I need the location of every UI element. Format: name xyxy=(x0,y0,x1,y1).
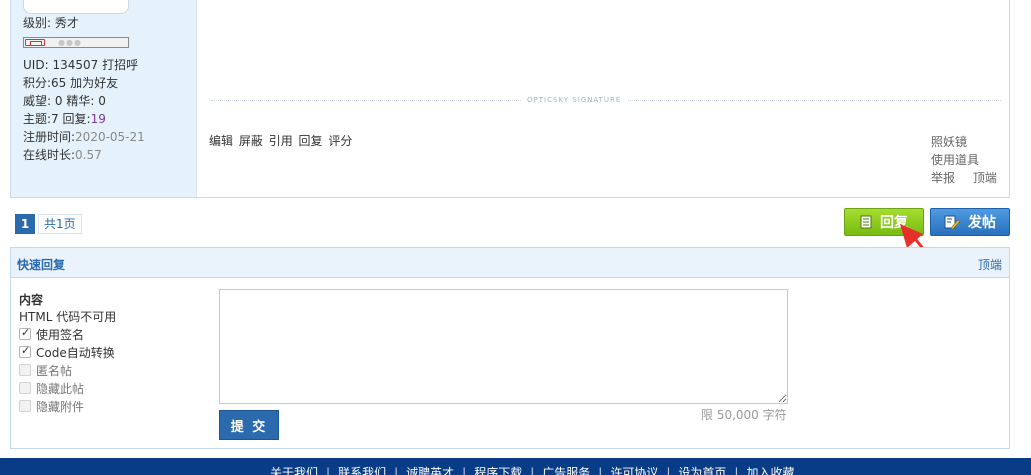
quick-reply-top-link[interactable]: 顶端 xyxy=(978,256,1002,273)
reply-content-textarea[interactable] xyxy=(219,289,788,404)
footer-jobs-link[interactable]: 诚聘英才 xyxy=(406,466,454,475)
footer-about-link[interactable]: 关于我们 xyxy=(270,466,318,475)
footer-ads-link[interactable]: 广告服务 xyxy=(542,466,590,475)
report-link[interactable]: 举报 xyxy=(931,171,955,185)
replies-value: 19 xyxy=(90,112,106,126)
footer-download-link[interactable]: 程序下载 xyxy=(474,466,522,475)
add-friend-link[interactable]: 加为好友 xyxy=(70,76,118,90)
author-profile-panel: 级别: 秀才 ●●● UID: 134507 打招呼 积分:65 加为好友 威望… xyxy=(11,0,197,197)
post-top-link[interactable]: 顶端 xyxy=(973,171,997,185)
post-block: 级别: 秀才 ●●● UID: 134507 打招呼 积分:65 加为好友 威望… xyxy=(10,0,1010,198)
post-action-bar: 编辑 屏蔽 引用 回复 评分 xyxy=(209,133,354,149)
topics-value: 7 xyxy=(51,112,59,126)
code-convert-checkbox[interactable] xyxy=(19,344,31,358)
block-link[interactable]: 屏蔽 xyxy=(239,134,263,148)
char-limit-text: 限 50,000 字符 xyxy=(701,408,787,422)
post-side-links: 照妖镜 使用道具 举报 顶端 xyxy=(931,133,997,187)
register-date: 2020-05-21 xyxy=(75,130,145,144)
elite-value: 0 xyxy=(98,94,106,108)
online-row: 在线时长:0.57 xyxy=(23,148,102,162)
level-progress-bar: ●●● xyxy=(23,37,129,48)
anonymous-option: 匿名帖 xyxy=(19,361,72,379)
reply-link[interactable]: 回复 xyxy=(299,134,323,148)
quote-link[interactable]: 引用 xyxy=(269,134,293,148)
use-signature-checkbox[interactable] xyxy=(19,326,31,340)
level-row: 级别: 秀才 xyxy=(23,16,79,30)
hide-post-checkbox xyxy=(19,382,31,394)
code-convert-option[interactable]: Code自动转换 xyxy=(19,343,115,361)
use-item-link[interactable]: 使用道具 xyxy=(931,153,979,167)
edit-link[interactable]: 编辑 xyxy=(209,134,233,148)
hide-attachment-checkbox xyxy=(19,400,31,412)
html-note: HTML 代码不可用 xyxy=(19,310,117,324)
rate-link[interactable]: 评分 xyxy=(328,134,352,148)
site-footer: 关于我们 | 联系我们 | 诚聘英才 | 程序下载 | 广告服务 | 许可协议 | 设为首页 | 加入收藏 xyxy=(0,458,1031,475)
uid-row: UID: 134507 打招呼 xyxy=(23,58,139,72)
topics-row: 主题:7 回复:19 xyxy=(23,112,106,126)
prestige-row: 威望: 0 精华: 0 xyxy=(23,94,106,108)
page-total: 共1页 xyxy=(38,214,82,234)
level-badge-icon xyxy=(25,39,45,46)
signature-label: OPTICSKY SIGNATURE xyxy=(521,95,628,105)
prestige-value: 0 xyxy=(54,94,63,108)
quick-reply-title: 快速回复 xyxy=(17,258,66,272)
quick-reply-panel: 快速回复 顶端 内容 HTML 代码不可用 使用签名 Code自动转换 匿名帖 … xyxy=(10,247,1010,449)
footer-favorite-link[interactable]: 加入收藏 xyxy=(746,466,794,475)
footer-contact-link[interactable]: 联系我们 xyxy=(338,466,386,475)
points-value: 65 xyxy=(51,76,67,90)
submit-button[interactable]: 提 交 xyxy=(219,410,279,440)
content-label: 内容 xyxy=(19,293,44,307)
document-icon xyxy=(860,215,872,229)
footer-links: 关于我们 | 联系我们 | 诚聘英才 | 程序下载 | 广告服务 | 许可协议 | 设为首页 | 加入收藏 xyxy=(270,465,794,475)
points-row: 积分:65 加为好友 xyxy=(23,76,119,90)
anonymous-checkbox xyxy=(19,364,31,376)
use-signature-option[interactable]: 使用签名 xyxy=(19,325,84,343)
footer-license-link[interactable]: 许可协议 xyxy=(610,466,658,475)
online-time: 0.57 xyxy=(75,148,102,162)
footer-homepage-link[interactable]: 设为首页 xyxy=(678,466,726,475)
greet-link[interactable]: 打招呼 xyxy=(102,58,138,72)
pagination: 1 共1页 xyxy=(15,214,82,234)
avatar[interactable] xyxy=(23,0,129,14)
register-row: 注册时间:2020-05-21 xyxy=(23,130,145,144)
hide-attachment-option: 隐藏附件 xyxy=(19,397,84,415)
level-dots-icon: ●●● xyxy=(58,38,82,47)
mirror-link[interactable]: 照妖镜 xyxy=(931,135,967,149)
quick-reply-header: 快速回复 顶端 xyxy=(11,248,1009,278)
uid-value: 134507 xyxy=(52,58,99,72)
level-value: 秀才 xyxy=(54,16,79,30)
current-page[interactable]: 1 xyxy=(15,214,35,234)
hide-post-option: 隐藏此帖 xyxy=(19,379,84,397)
